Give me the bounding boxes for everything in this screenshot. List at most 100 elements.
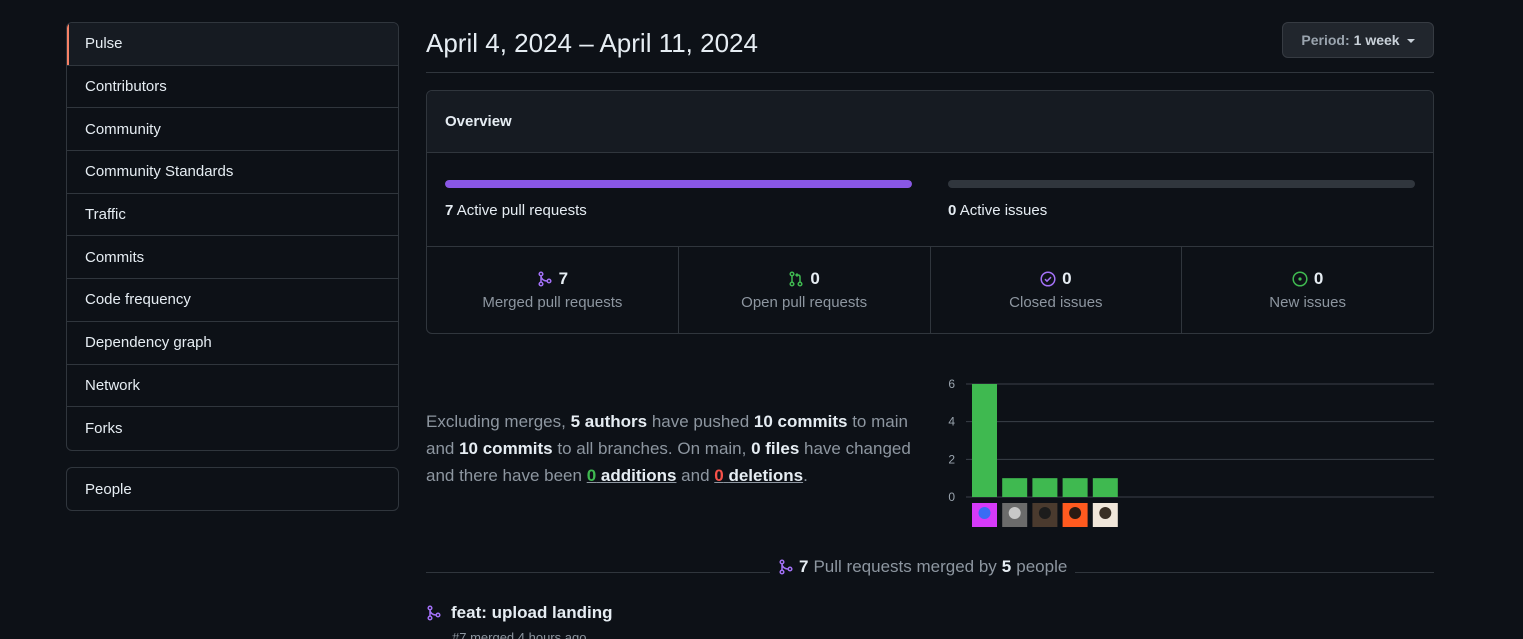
menu-item-label: Commits xyxy=(85,248,145,266)
overview-title: Overview xyxy=(445,113,512,130)
stat-number: 0 xyxy=(788,269,820,289)
active-issues-count: 0 xyxy=(948,202,957,219)
active-prs-count: 7 xyxy=(445,202,454,219)
additions-count: 0 xyxy=(586,466,597,485)
menu-item-label: Community xyxy=(85,120,161,138)
stat-new-issues-label: New issues xyxy=(1269,294,1346,311)
stat-open-prs[interactable]: 0 Open pull requests xyxy=(679,247,931,333)
new-issue-icon xyxy=(1292,271,1308,287)
chart-y-tick-label: 2 xyxy=(948,452,955,466)
authors-count: 5 authors xyxy=(570,412,648,431)
menu-item-community-standards[interactable]: Community Standards xyxy=(67,151,398,194)
menu-item-label: Community Standards xyxy=(85,163,234,181)
stat-merged-prs[interactable]: 7 Merged pull requests xyxy=(427,247,679,333)
deletions-label: deletions xyxy=(728,466,804,485)
merged-prs-heading: 7 Pull requests merged by 5 people xyxy=(770,557,1076,577)
overview-progress: 7 Active pull requests 0 Active issues xyxy=(427,153,1433,247)
merged-pr-icon xyxy=(538,271,552,287)
stat-number: 0 xyxy=(1040,269,1072,289)
chart-bar xyxy=(1032,478,1058,497)
commits-all: 10 commits xyxy=(459,439,553,458)
menu-item-network[interactable]: Network xyxy=(67,365,398,408)
merged-pr-icon xyxy=(779,559,793,575)
stat-closed-issues-count: 0 xyxy=(1062,269,1072,288)
people-menu: People xyxy=(66,467,399,511)
closed-issue-icon xyxy=(1040,271,1056,287)
chart-bar xyxy=(1062,478,1088,497)
merged-pr-icon xyxy=(427,605,441,621)
files-changed: 0 files xyxy=(751,439,800,458)
stat-number: 0 xyxy=(1292,269,1323,289)
menu-item-label: Network xyxy=(85,376,141,394)
chart-bar xyxy=(1002,478,1028,497)
additions-link[interactable]: 0 additions xyxy=(587,466,677,485)
period-key: Period: xyxy=(1301,32,1350,48)
chart-y-tick-label: 4 xyxy=(948,415,955,429)
pr-meta: #7 merged 4 hours ago xyxy=(452,630,587,639)
pr-list-item: feat: upload landing xyxy=(426,603,613,623)
active-issues-bar xyxy=(948,180,1415,188)
commits-main: 10 commits xyxy=(753,412,848,431)
chart-bar xyxy=(972,384,997,497)
summary-text: have pushed xyxy=(647,412,754,431)
author-avatar-head xyxy=(978,507,991,519)
active-prs-link[interactable]: 7 Active pull requests xyxy=(445,202,587,219)
menu-item-label: Contributors xyxy=(85,78,167,96)
stat-closed-issues-label: Closed issues xyxy=(1009,294,1103,311)
pr-title-link[interactable]: feat: upload landing xyxy=(451,603,613,623)
stat-merged-prs-count: 7 xyxy=(558,269,569,288)
period-select-button[interactable]: Period: 1 week xyxy=(1282,22,1434,58)
author-avatar-head xyxy=(1008,507,1021,519)
overview-header: Overview xyxy=(427,91,1433,153)
stat-open-prs-count: 0 xyxy=(810,269,820,288)
commits-by-author-chart: 0 2 4 6 xyxy=(948,377,1434,527)
commit-summary: Excluding merges, 5 authors have pushed … xyxy=(426,408,931,489)
menu-item-label: Pulse xyxy=(85,35,123,53)
summary-text: and xyxy=(676,466,715,485)
repo-insights-menu: Pulse Contributors Community Community S… xyxy=(66,22,399,451)
menu-item-code-frequency[interactable]: Code frequency xyxy=(67,279,398,322)
menu-item-traffic[interactable]: Traffic xyxy=(67,194,398,237)
menu-item-label: Code frequency xyxy=(85,291,191,309)
menu-item-label: Traffic xyxy=(85,206,126,224)
menu-item-contributors[interactable]: Contributors xyxy=(67,66,398,109)
active-prs-label: Active pull requests xyxy=(456,202,587,219)
menu-item-dependency-graph[interactable]: Dependency graph xyxy=(67,322,398,365)
menu-item-label: Dependency graph xyxy=(85,334,212,352)
stat-open-prs-label: Open pull requests xyxy=(741,294,868,311)
caret-down-icon xyxy=(1406,39,1415,43)
open-pr-icon xyxy=(789,271,803,287)
summary-text: . xyxy=(803,466,808,485)
overview-panel: Overview 7 Active pull requests 0 Active… xyxy=(426,90,1434,334)
author-avatar-head xyxy=(1069,507,1082,519)
chart-y-tick-label: 0 xyxy=(948,490,955,504)
period-value: 1 week xyxy=(1353,32,1400,48)
active-issues-label: Active issues xyxy=(959,202,1048,219)
chart-bar xyxy=(1092,478,1118,497)
people-count: 5 xyxy=(1001,557,1012,576)
deletions-link[interactable]: 0 deletions xyxy=(714,466,803,485)
stat-new-issues[interactable]: 0 New issues xyxy=(1182,247,1433,333)
stat-merged-prs-label: Merged pull requests xyxy=(482,294,623,311)
stat-new-issues-count: 0 xyxy=(1313,269,1324,288)
overview-stats: 7 Merged pull requests 0 Open pull reque… xyxy=(427,247,1433,333)
merged-count: 7 xyxy=(799,557,809,576)
page-title: April 4, 2024 – April 11, 2024 xyxy=(426,28,758,58)
menu-item-people[interactable]: People xyxy=(67,468,398,510)
merged-label-end: people xyxy=(1016,557,1068,576)
active-prs-bar-fill xyxy=(445,180,912,188)
author-avatar-head xyxy=(1038,507,1051,519)
menu-item-label: Forks xyxy=(85,420,123,438)
stat-closed-issues[interactable]: 0 Closed issues xyxy=(931,247,1183,333)
stat-number: 7 xyxy=(537,269,568,289)
menu-item-pulse[interactable]: Pulse xyxy=(67,23,398,66)
header-divider xyxy=(426,72,1434,73)
additions-label: additions xyxy=(600,466,677,485)
summary-text: to all branches. On main, xyxy=(552,439,752,458)
deletions-count: 0 xyxy=(714,466,724,485)
menu-item-commits[interactable]: Commits xyxy=(67,236,398,280)
menu-item-label: People xyxy=(85,480,132,498)
active-issues-link[interactable]: 0 Active issues xyxy=(948,202,1047,219)
menu-item-community[interactable]: Community xyxy=(67,108,398,152)
menu-item-forks[interactable]: Forks xyxy=(67,407,398,450)
